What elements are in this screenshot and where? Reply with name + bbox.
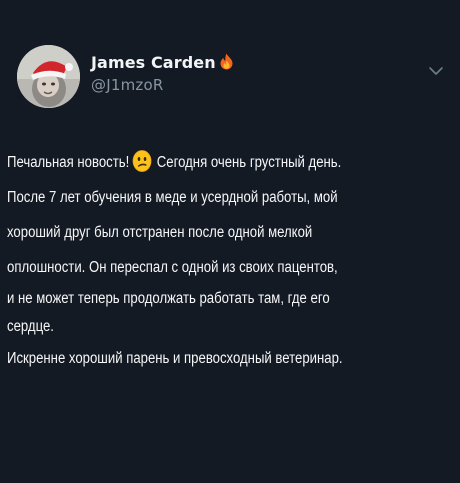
display-name-row[interactable]: James Carden [91, 52, 234, 74]
tweet-text-segment: Печальная новость! [7, 154, 130, 171]
tweet-text: Печальная новость! Сегодня очень грустный… [7, 145, 447, 376]
avatar[interactable] [17, 45, 80, 108]
display-name[interactable]: James Carden [91, 53, 216, 72]
handle[interactable]: @J1mzoR [91, 76, 234, 94]
tweet-line-3: хороший друг был отстранен после одной м… [7, 224, 313, 241]
chevron-down-icon[interactable] [428, 62, 444, 75]
author-names: James Carden @J1mzoR [91, 52, 234, 94]
tweet-line-7: Искренне хороший парень и превосходный в… [7, 350, 343, 367]
tweet-line-1: Печальная новость! Сегодня очень грустный… [7, 145, 447, 180]
confused-face-icon [132, 150, 152, 172]
tweet-text-segment: Сегодня очень грустный день. [156, 154, 342, 171]
tweet-line-5: и не может теперь продолжать работать та… [7, 290, 330, 307]
tweet-line-2: После 7 лет обучения в меде и усердной р… [7, 189, 338, 206]
tweet-line-4: оплошности. Он переспал с одной из своих… [7, 259, 338, 276]
tweet-header: James Carden @J1mzoR [17, 45, 234, 108]
tweet-card: James Carden @J1mzoR Печальная новость! С… [0, 0, 460, 483]
fire-icon [219, 53, 234, 70]
tweet-line-6: сердце. [7, 318, 54, 335]
